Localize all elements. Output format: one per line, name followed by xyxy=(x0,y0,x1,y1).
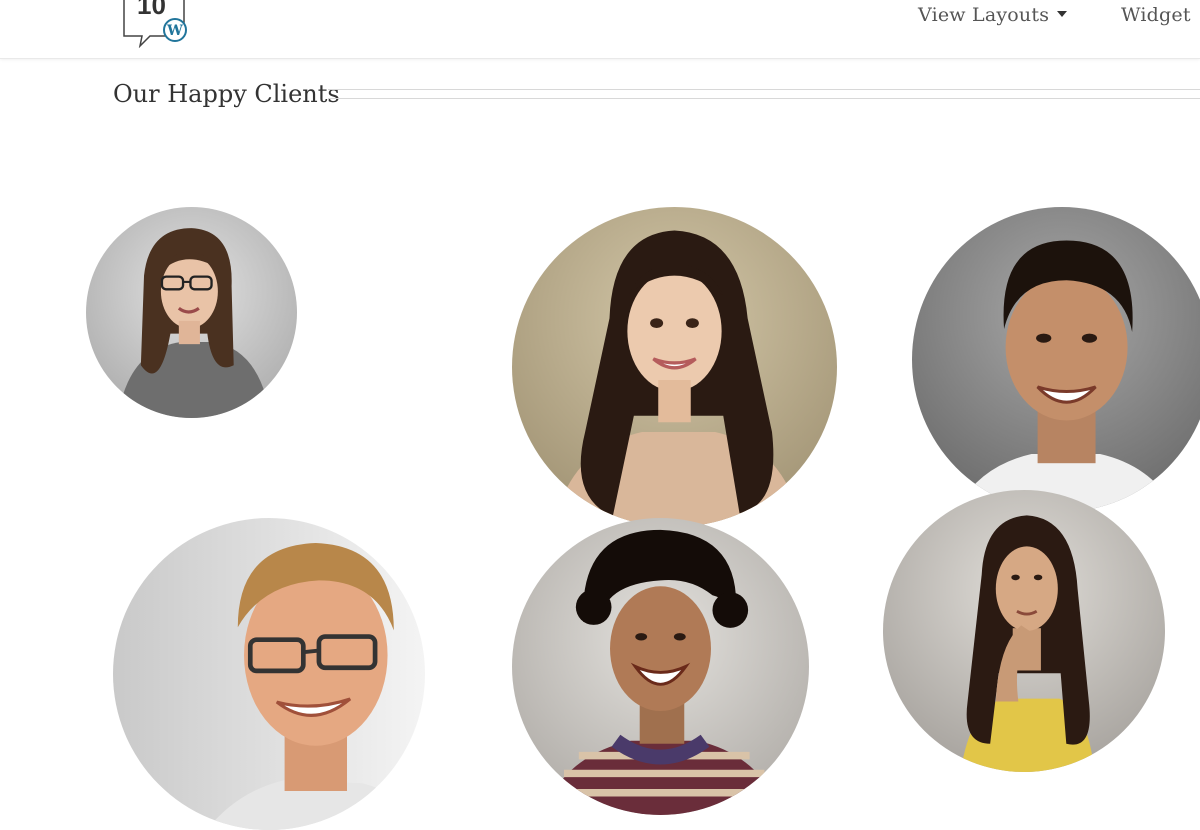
client-avatar-woman-long-hair[interactable] xyxy=(512,207,837,527)
client-avatar-man-glasses[interactable] xyxy=(113,518,425,830)
nav-view-layouts[interactable]: View Layouts xyxy=(918,4,1068,26)
nav-widget-label: Widget xyxy=(1121,4,1191,26)
nav-widget[interactable]: Widget xyxy=(1121,4,1191,26)
section-title: Our Happy Clients xyxy=(113,80,340,108)
logo-text: 10 xyxy=(137,0,166,20)
client-avatar-man-curly-hair[interactable] xyxy=(512,518,809,815)
wordpress-badge-text: W xyxy=(166,23,183,39)
client-avatar-woman-glasses[interactable] xyxy=(86,207,297,418)
title-divider xyxy=(328,89,1200,99)
site-logo[interactable]: 10 W xyxy=(120,0,190,49)
client-avatar-man-smiling[interactable] xyxy=(912,207,1200,512)
caret-down-icon xyxy=(1057,11,1068,17)
nav-view-layouts-label: View Layouts xyxy=(918,4,1050,26)
top-navigation-bar: 10 W View Layouts Widget xyxy=(0,0,1200,59)
client-avatar-woman-thinking[interactable] xyxy=(883,490,1165,772)
